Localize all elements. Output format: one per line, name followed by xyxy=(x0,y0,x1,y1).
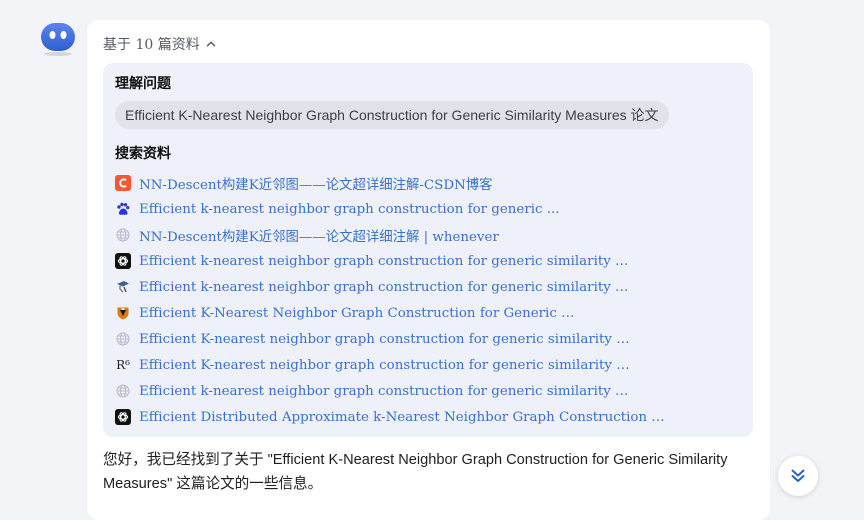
search-result-item[interactable]: Efficient Distributed Approximate k-Near… xyxy=(115,404,745,430)
researchgate-mark: R⁶ xyxy=(116,358,130,372)
search-result-title: Efficient K-nearest neighbor graph const… xyxy=(139,357,630,373)
researchgate-icon: R⁶ xyxy=(115,357,131,373)
understood-query-pill: Efficient K-Nearest Neighbor Graph Const… xyxy=(115,101,669,129)
sources-panel: 理解问题 Efficient K-Nearest Neighbor Graph … xyxy=(103,63,753,437)
csdn-icon xyxy=(115,175,131,191)
search-result-title: Efficient K-Nearest Neighbor Graph Const… xyxy=(139,305,575,321)
search-result-item[interactable]: Efficient k-nearest neighbor graph const… xyxy=(115,378,745,404)
search-result-title: Efficient k-nearest neighbor graph const… xyxy=(139,279,629,295)
search-result-item[interactable]: Efficient K-nearest neighbor graph const… xyxy=(115,326,745,352)
search-result-title: Efficient K-nearest neighbor graph const… xyxy=(139,331,630,347)
search-result-item[interactable]: R⁶ Efficient K-nearest neighbor graph co… xyxy=(115,352,745,378)
search-result-item[interactable]: Efficient K-Nearest Neighbor Graph Const… xyxy=(115,300,745,326)
search-result-title: NN-Descent构建K近邻图——论文超详细注解-CSDN博客 xyxy=(139,178,493,193)
globe-icon xyxy=(115,331,131,347)
bot-avatar xyxy=(40,20,76,56)
search-result-title: NN-Descent构建K近邻图——论文超详细注解 | whenever xyxy=(139,230,499,245)
avatar-shadow xyxy=(44,52,72,56)
openai-icon xyxy=(115,409,131,425)
university-shield-icon xyxy=(115,305,131,321)
scholar-icon xyxy=(115,279,131,295)
search-result-title: Efficient k-nearest neighbor graph const… xyxy=(139,383,629,399)
baidu-paw-icon xyxy=(115,201,131,217)
search-result-item[interactable]: Efficient k-nearest neighbor graph const… xyxy=(115,196,745,222)
search-result-item[interactable]: NN-Descent构建K近邻图——论文超详细注解 | whenever xyxy=(115,222,745,248)
search-results-list: NN-Descent构建K近邻图——论文超详细注解-CSDN博客 Efficie… xyxy=(115,170,745,430)
sources-toggle-label: 基于 10 篇资料 xyxy=(103,37,200,53)
globe-icon xyxy=(115,383,131,399)
search-result-item[interactable]: Efficient k-nearest neighbor graph const… xyxy=(115,274,745,300)
search-result-item[interactable]: Efficient k-nearest neighbor graph const… xyxy=(115,248,745,274)
search-result-title: Efficient k-nearest neighbor graph const… xyxy=(139,201,560,217)
double-chevron-down-icon xyxy=(791,469,805,482)
scroll-to-bottom-button[interactable] xyxy=(778,456,818,496)
search-result-title: Efficient Distributed Approximate k-Near… xyxy=(139,409,665,425)
search-result-item[interactable]: NN-Descent构建K近邻图——论文超详细注解-CSDN博客 xyxy=(115,170,745,196)
answer-text: 您好，我已经找到了关于 "Efficient K-Nearest Neighbo… xyxy=(103,452,728,492)
bot-avatar-icon xyxy=(41,23,75,51)
chevron-up-icon xyxy=(206,41,215,47)
openai-icon xyxy=(115,253,131,269)
sources-toggle[interactable]: 基于 10 篇资料 xyxy=(103,34,216,54)
search-section-title: 搜索资料 xyxy=(115,146,171,162)
search-result-title: Efficient k-nearest neighbor graph const… xyxy=(139,253,629,269)
understand-section-title: 理解问题 xyxy=(115,76,171,92)
assistant-message-card: 基于 10 篇资料 理解问题 Efficient K-Nearest Neigh… xyxy=(87,20,770,520)
globe-icon xyxy=(115,227,131,243)
